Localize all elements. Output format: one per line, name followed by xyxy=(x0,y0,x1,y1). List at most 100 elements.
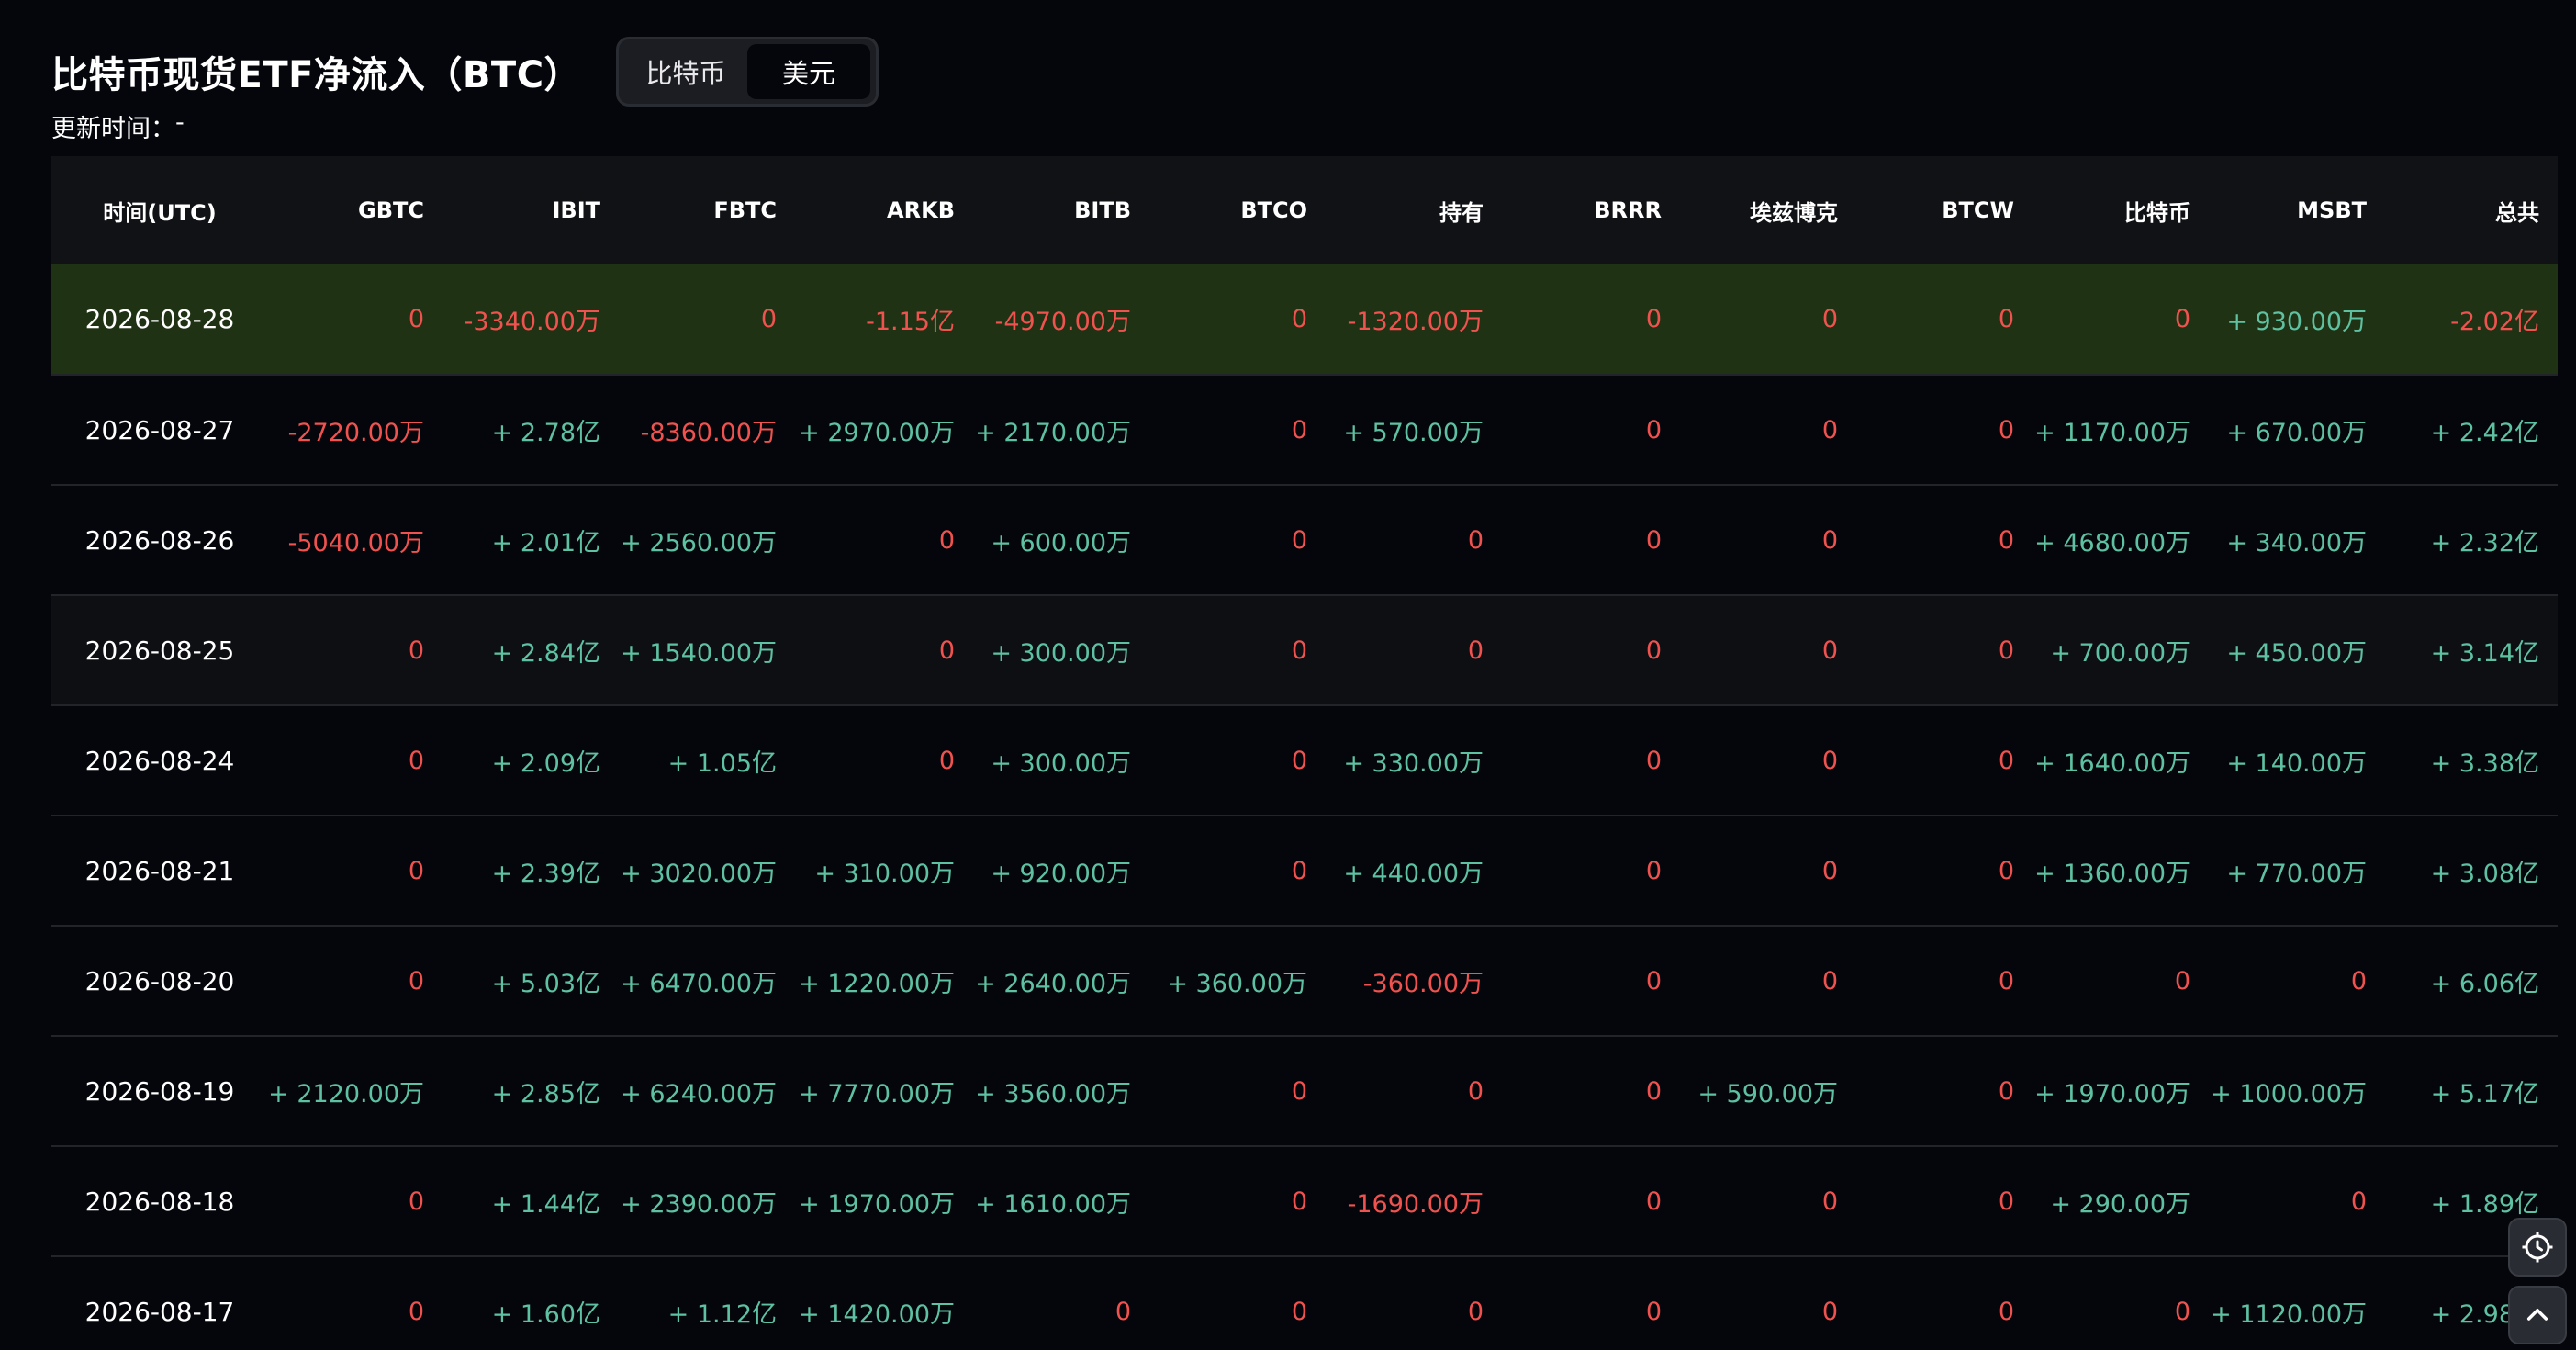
flow-cell: 0 xyxy=(1645,856,1662,885)
flow-cell: + 300.00万 xyxy=(991,638,1131,668)
flow-cell: + 140.00万 xyxy=(2226,748,2367,778)
flow-cell: + 6240.00万 xyxy=(621,1079,777,1108)
flow-cell: + 2390.00万 xyxy=(621,1189,777,1219)
flow-cell: + 2560.00万 xyxy=(621,528,777,557)
flow-cell: 0 xyxy=(1291,415,1307,444)
scroll-top-button[interactable] xyxy=(2508,1286,2567,1344)
flow-cell: + 1.12亿 xyxy=(667,1299,777,1329)
column-header: 总共 xyxy=(2495,199,2539,226)
toggle-usd[interactable]: 美元 xyxy=(747,44,871,99)
flow-cell: + 920.00万 xyxy=(991,859,1131,888)
flow-cell: + 1.60亿 xyxy=(491,1299,600,1329)
flow-cell: + 2.32亿 xyxy=(2430,528,2539,557)
flow-cell: + 570.00万 xyxy=(1343,418,1484,447)
flow-cell: + 670.00万 xyxy=(2226,418,2367,447)
flow-cell: + 2970.00万 xyxy=(799,418,955,447)
flow-cell: 0 xyxy=(1467,525,1484,555)
flow-cell: 0 xyxy=(1291,856,1307,885)
toggle-btc[interactable]: 比特币 xyxy=(624,44,747,99)
table-row: 2026-08-18 0 + 1.44亿 + 2390.00万 + 1970.00万 + … xyxy=(51,1146,2558,1256)
flow-cell: 0 xyxy=(1998,966,2014,996)
row-date: 2026-08-21 xyxy=(84,855,235,886)
flow-cell: -360.00万 xyxy=(1362,969,1484,998)
table-header-row: 时间(UTC) GBTC IBIT FBTC ARKB BITB BTCO 持有 BRRR 埃兹博… xyxy=(51,156,2558,264)
table-row: 2026-08-24 0 + 2.09亿 + 1.05亿 0 + 300.00万 0 + 33… xyxy=(51,705,2558,816)
flow-cell: + 6.06亿 xyxy=(2430,969,2539,998)
flow-cell: 0 xyxy=(408,856,424,885)
flow-cell: 0 xyxy=(1645,746,1662,775)
flow-cell: 0 xyxy=(938,746,955,775)
flow-cell: 0 xyxy=(938,525,955,555)
flow-cell: + 1360.00万 xyxy=(2034,859,2190,888)
flow-cell: 0 xyxy=(1821,636,1838,665)
unit-toggle: 比特币 美元 xyxy=(616,37,879,107)
flow-cell: + 5.03亿 xyxy=(491,969,600,998)
flow-cell: 0 xyxy=(1998,1297,2014,1326)
flow-cell: 0 xyxy=(1821,1297,1838,1326)
flow-cell: 0 xyxy=(1467,636,1484,665)
flow-cell: + 2640.00万 xyxy=(975,969,1131,998)
column-header: 持有 xyxy=(1439,199,1484,226)
flow-cell: 0 xyxy=(1998,636,2014,665)
flow-cell: -2.02亿 xyxy=(2450,308,2539,336)
flow-cell: + 2170.00万 xyxy=(975,418,1131,447)
flow-cell: + 2.09亿 xyxy=(491,748,600,778)
flow-cell: 0 xyxy=(1821,305,1838,333)
flow-cell: 0 xyxy=(408,305,424,333)
flow-cell: + 1640.00万 xyxy=(2034,748,2190,778)
table-body: 2026-08-28 0 -3340.00万 0 -1.15亿 -4970.00万 0 -13… xyxy=(51,264,2558,1350)
flow-cell: 0 xyxy=(2174,1297,2190,1326)
flow-cell: 0 xyxy=(1467,1297,1484,1326)
flow-cell: 0 xyxy=(760,305,777,333)
column-header: BTCO xyxy=(1240,197,1307,223)
flow-cell: 0 xyxy=(1645,1187,1662,1216)
flow-cell: 0 xyxy=(1998,305,2014,333)
etf-table-container: 时间(UTC) GBTC IBIT FBTC ARKB BITB BTCO 持有 BRRR 埃兹博… xyxy=(51,156,2558,1350)
flow-cell: 0 xyxy=(1821,746,1838,775)
flow-cell: 0 xyxy=(1645,1297,1662,1326)
flow-cell: + 3.08亿 xyxy=(2430,859,2539,888)
flow-cell: 0 xyxy=(1821,966,1838,996)
flow-cell: + 700.00万 xyxy=(2050,638,2190,668)
flow-cell: + 1220.00万 xyxy=(799,969,955,998)
flow-cell: + 1420.00万 xyxy=(799,1299,955,1329)
row-date: 2026-08-28 xyxy=(84,304,235,334)
flow-cell: + 7770.00万 xyxy=(799,1079,955,1108)
flow-cell: 0 xyxy=(2174,305,2190,333)
flow-cell: 0 xyxy=(408,636,424,665)
flow-cell: + 3.38亿 xyxy=(2430,748,2539,778)
column-header: 埃兹博克 xyxy=(1750,199,1838,226)
flow-cell: 0 xyxy=(1998,1187,2014,1216)
flow-cell: 0 xyxy=(1645,415,1662,444)
flow-cell: + 2.85亿 xyxy=(491,1079,600,1108)
etf-flow-table: 时间(UTC) GBTC IBIT FBTC ARKB BITB BTCO 持有 BRRR 埃兹博… xyxy=(51,156,2558,1350)
flow-cell: 0 xyxy=(1821,525,1838,555)
flow-cell: 0 xyxy=(1998,746,2014,775)
flow-cell: + 770.00万 xyxy=(2226,859,2367,888)
flow-cell: + 1970.00万 xyxy=(2034,1079,2190,1108)
flow-cell: + 2120.00万 xyxy=(268,1079,424,1108)
update-time-value: - xyxy=(175,108,185,137)
flow-cell: + 1000.00万 xyxy=(2211,1079,2367,1108)
flow-cell: + 3560.00万 xyxy=(975,1079,1131,1108)
flow-cell: 0 xyxy=(1998,856,2014,885)
flow-cell: -1.15亿 xyxy=(866,308,955,336)
column-header: BTCW xyxy=(1942,197,2014,223)
flow-cell: 0 xyxy=(1821,415,1838,444)
row-date: 2026-08-24 xyxy=(84,745,235,776)
settings-button[interactable] xyxy=(2508,1218,2567,1277)
flow-cell: + 3020.00万 xyxy=(621,859,777,888)
table-row: 2026-08-20 0 + 5.03亿 + 6470.00万 + 1220.00万 + … xyxy=(51,926,2558,1036)
flow-cell: 0 xyxy=(1645,636,1662,665)
flow-cell: + 330.00万 xyxy=(1343,748,1484,778)
row-date: 2026-08-18 xyxy=(84,1186,235,1217)
flow-cell: 0 xyxy=(2174,966,2190,996)
flow-cell: + 1540.00万 xyxy=(621,638,777,668)
column-header: MSBT xyxy=(2297,197,2367,223)
flow-cell: + 1610.00万 xyxy=(975,1189,1131,1219)
column-header: BITB xyxy=(1074,197,1131,223)
table-row: 2026-08-26 -5040.00万 + 2.01亿 + 2560.00万 0 + 6… xyxy=(51,485,2558,595)
flow-cell: 0 xyxy=(1645,966,1662,996)
flow-cell: -8360.00万 xyxy=(640,418,777,447)
column-header: IBIT xyxy=(552,197,600,223)
